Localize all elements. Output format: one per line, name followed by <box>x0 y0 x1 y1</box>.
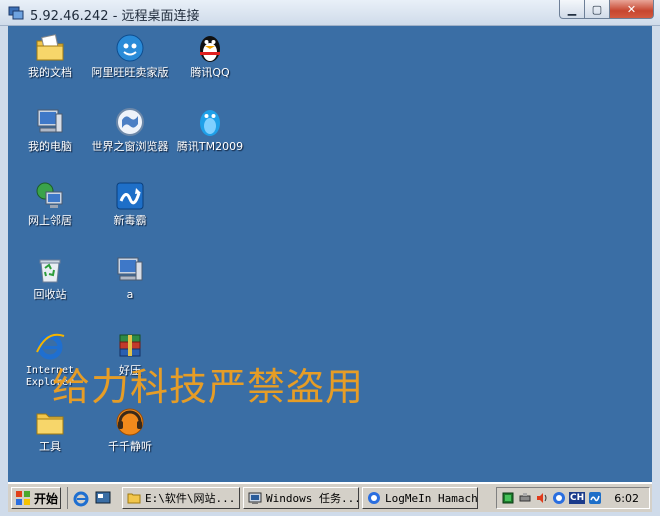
window-frame-left <box>0 26 8 516</box>
desktop-icon-label: 回收站 <box>33 288 67 301</box>
folder-documents-icon <box>36 34 64 61</box>
desktop-icon-label: 工具 <box>39 440 61 453</box>
window-title: 5.92.46.242 - 远程桌面连接 <box>30 9 200 24</box>
hamachi-icon <box>368 492 380 504</box>
close-button[interactable]: ✕ <box>610 0 654 19</box>
input-language-indicator[interactable]: CH <box>569 492 586 504</box>
tencent-tm-icon <box>200 110 220 136</box>
start-button[interactable]: 开始 <box>11 487 61 509</box>
task-explorer-folder[interactable]: E:\软件\网站... <box>122 487 240 509</box>
desktop-icon-a[interactable]: a <box>88 254 172 301</box>
watermark: 给力科技严禁盗用 <box>52 365 365 409</box>
task-windows-task-manager[interactable]: Windows 任务... <box>243 487 359 509</box>
ie-quicklaunch-icon[interactable] <box>72 489 90 507</box>
network-monitor-icon[interactable] <box>501 491 515 505</box>
desktop-icon-label: 世界之窗浏览器 <box>91 140 169 153</box>
window-frame-bottom <box>0 512 660 516</box>
volume-icon[interactable] <box>535 491 549 505</box>
task-label: LogMeIn Hamachi <box>385 491 478 505</box>
desktop-icon-label: 我的电脑 <box>28 140 72 153</box>
antivirus-tray-icon[interactable] <box>588 491 602 505</box>
minimize-button[interactable]: ▁ <box>559 0 585 19</box>
taskbar-clock[interactable]: 6:02 <box>614 492 639 505</box>
task-buttons: E:\软件\网站... Windows 任务... LogMeIn Hamach… <box>122 487 478 509</box>
task-label: E:\软件\网站... <box>145 492 236 505</box>
desktop-icon-qq[interactable]: 腾讯QQ <box>168 32 252 79</box>
window-controls: ▁ ▢ ✕ <box>559 0 654 20</box>
desktop-icon-label: 腾讯QQ <box>190 66 230 79</box>
desktop-icon-network-places[interactable]: 网上邻居 <box>8 180 92 227</box>
desktop-icon-tencent-tm[interactable]: 腾讯TM2009 <box>168 106 252 153</box>
usb-device-icon[interactable] <box>518 491 532 505</box>
desktop-icon-ttplayer[interactable]: 千千静听 <box>88 406 172 453</box>
desktop-icon-label: 网上邻居 <box>28 214 72 227</box>
desktop-icon-aliwangwang[interactable]: 阿里旺旺卖家版 <box>88 32 172 79</box>
desktop-icon-label: 我的文档 <box>28 66 72 79</box>
duba-antivirus-icon <box>116 182 144 210</box>
qq-penguin-icon <box>200 36 220 62</box>
show-desktop-icon[interactable] <box>94 489 112 507</box>
desktop-icon-tools-folder[interactable]: 工具 <box>8 406 92 453</box>
remote-desktop-icon <box>8 6 24 20</box>
window-frame-right <box>652 26 660 516</box>
start-label: 开始 <box>34 491 59 506</box>
desktop-icon-theworld-browser[interactable]: 世界之窗浏览器 <box>88 106 172 153</box>
desktop-icon-my-documents[interactable]: 我的文档 <box>8 32 92 79</box>
my-computer-icon <box>37 109 63 133</box>
desktop-icon-recycle-bin[interactable]: 回收站 <box>8 254 92 301</box>
quick-launch <box>67 487 112 509</box>
desktop-icon-label: 新毒霸 <box>113 214 147 227</box>
remote-desktop[interactable]: 我的文档 阿里旺旺卖家版 腾讯QQ 我的电脑 世界之窗浏览器 腾讯TM2009 … <box>8 26 652 482</box>
desktop-icon-duba[interactable]: 新毒霸 <box>88 180 172 227</box>
theworld-browser-icon <box>116 108 144 136</box>
folder-icon <box>127 493 141 504</box>
desktop-icon-my-computer[interactable]: 我的电脑 <box>8 106 92 153</box>
desktop-icon-label: 腾讯TM2009 <box>176 140 244 153</box>
recycle-bin-icon <box>39 259 61 283</box>
system-tray: CH 6:02 <box>496 487 650 509</box>
window-titlebar[interactable]: 5.92.46.242 - 远程桌面连接 ▁ ▢ ✕ <box>0 0 660 26</box>
desktop-icon-label: 千千静听 <box>108 440 152 453</box>
task-label: Windows 任务... <box>266 492 359 505</box>
taskbar: 开始 E:\软件\网站... Windows 任务... LogMeIn Ham… <box>8 482 652 512</box>
windows-logo-icon <box>16 491 30 505</box>
task-logmein-hamachi[interactable]: LogMeIn Hamachi <box>362 487 478 509</box>
hamachi-tray-icon[interactable] <box>552 491 566 505</box>
computer-shortcut-icon <box>117 257 143 281</box>
desktop-icon-label: 阿里旺旺卖家版 <box>91 66 169 79</box>
aliwangwang-icon <box>116 34 144 62</box>
network-places-icon <box>36 182 63 208</box>
desktop-icon-label: a <box>126 288 134 301</box>
task-manager-icon <box>248 492 262 504</box>
maximize-button[interactable]: ▢ <box>585 0 610 19</box>
